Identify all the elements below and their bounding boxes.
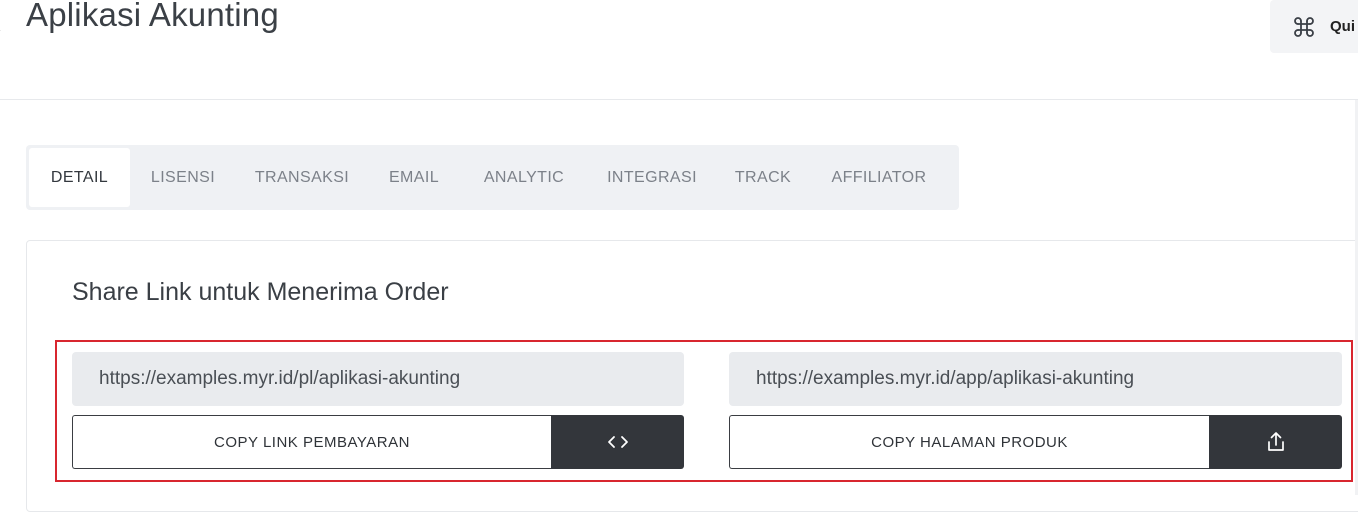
payment-link-copy-group: COPY LINK PEMBAYARAN: [72, 415, 684, 469]
code-icon: [606, 434, 630, 450]
header-divider: [0, 99, 1358, 100]
tab-detail[interactable]: DETAIL: [29, 148, 130, 207]
tab-transaksi[interactable]: TRANSAKSI: [236, 148, 368, 207]
section-title: Share Link untuk Menerima Order: [72, 278, 449, 306]
share-button[interactable]: [1209, 415, 1342, 469]
quick-button-label: Qui: [1330, 18, 1355, 35]
product-link-field[interactable]: https://examples.myr.id/app/aplikasi-aku…: [729, 352, 1342, 406]
command-key-icon: [1292, 15, 1316, 39]
tab-integrasi[interactable]: INTEGRASI: [588, 148, 716, 207]
tab-lisensi[interactable]: LISENSI: [130, 148, 236, 207]
tab-affiliator[interactable]: AFFILIATOR: [810, 148, 948, 207]
copy-product-page-button[interactable]: COPY HALAMAN PRODUK: [729, 415, 1209, 469]
tab-bar: DETAIL LISENSI TRANSAKSI EMAIL ANALYTIC …: [26, 145, 959, 210]
payment-link-field[interactable]: https://examples.myr.id/pl/aplikasi-akun…: [72, 352, 684, 406]
tab-email[interactable]: EMAIL: [368, 148, 460, 207]
page-title: Aplikasi Akunting: [26, 0, 279, 33]
back-arrow-icon[interactable]: [0, 30, 6, 40]
copy-payment-link-button[interactable]: COPY LINK PEMBAYARAN: [72, 415, 551, 469]
tab-track[interactable]: TRACK: [716, 148, 810, 207]
embed-code-button[interactable]: [551, 415, 684, 469]
product-link-copy-group: COPY HALAMAN PRODUK: [729, 415, 1342, 469]
quick-command-button[interactable]: Qui: [1270, 0, 1358, 53]
share-upload-icon: [1265, 430, 1287, 454]
tab-analytic[interactable]: ANALYTIC: [460, 148, 588, 207]
